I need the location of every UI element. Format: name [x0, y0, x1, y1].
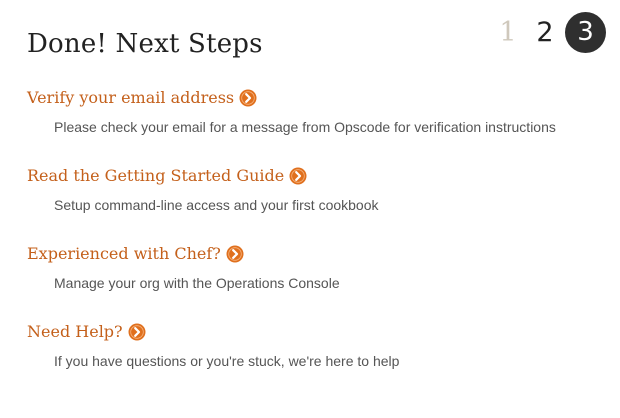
- step-3-indicator-active: 3: [565, 12, 606, 53]
- next-step-experienced-chef: Experienced with Chef? Manage your org w…: [27, 243, 597, 292]
- getting-started-guide-link-label: Read the Getting Started Guide: [27, 166, 285, 185]
- need-help-link[interactable]: Need Help?: [27, 321, 146, 343]
- next-step-verify-email: Verify your email address Please check y…: [27, 87, 597, 136]
- experienced-with-chef-description: Manage your org with the Operations Cons…: [54, 275, 340, 291]
- verify-email-link-label: Verify your email address: [27, 88, 235, 107]
- page-title: Done! Next Steps: [27, 29, 263, 59]
- verify-email-description: Please check your email for a message fr…: [54, 119, 556, 135]
- step-1-indicator: 1: [499, 17, 517, 48]
- verify-email-link[interactable]: Verify your email address: [27, 87, 257, 109]
- chevron-right-circle-icon[interactable]: [226, 245, 244, 263]
- getting-started-description: Setup command-line access and your first…: [54, 197, 379, 213]
- getting-started-guide-link[interactable]: Read the Getting Started Guide: [27, 165, 307, 187]
- next-step-getting-started: Read the Getting Started Guide Setup com…: [27, 165, 597, 214]
- experienced-with-chef-link[interactable]: Experienced with Chef?: [27, 243, 244, 265]
- step-indicator: 1 2 3: [498, 12, 606, 53]
- chevron-right-circle-icon[interactable]: [239, 89, 257, 107]
- chevron-right-circle-icon[interactable]: [289, 167, 307, 185]
- need-help-description: If you have questions or you're stuck, w…: [54, 353, 400, 369]
- next-step-need-help: Need Help? If you have questions or you'…: [27, 321, 597, 370]
- chevron-right-circle-icon[interactable]: [128, 323, 146, 341]
- step-2-indicator: 2: [536, 17, 554, 48]
- experienced-with-chef-link-label: Experienced with Chef?: [27, 244, 221, 263]
- need-help-link-label: Need Help?: [27, 322, 123, 341]
